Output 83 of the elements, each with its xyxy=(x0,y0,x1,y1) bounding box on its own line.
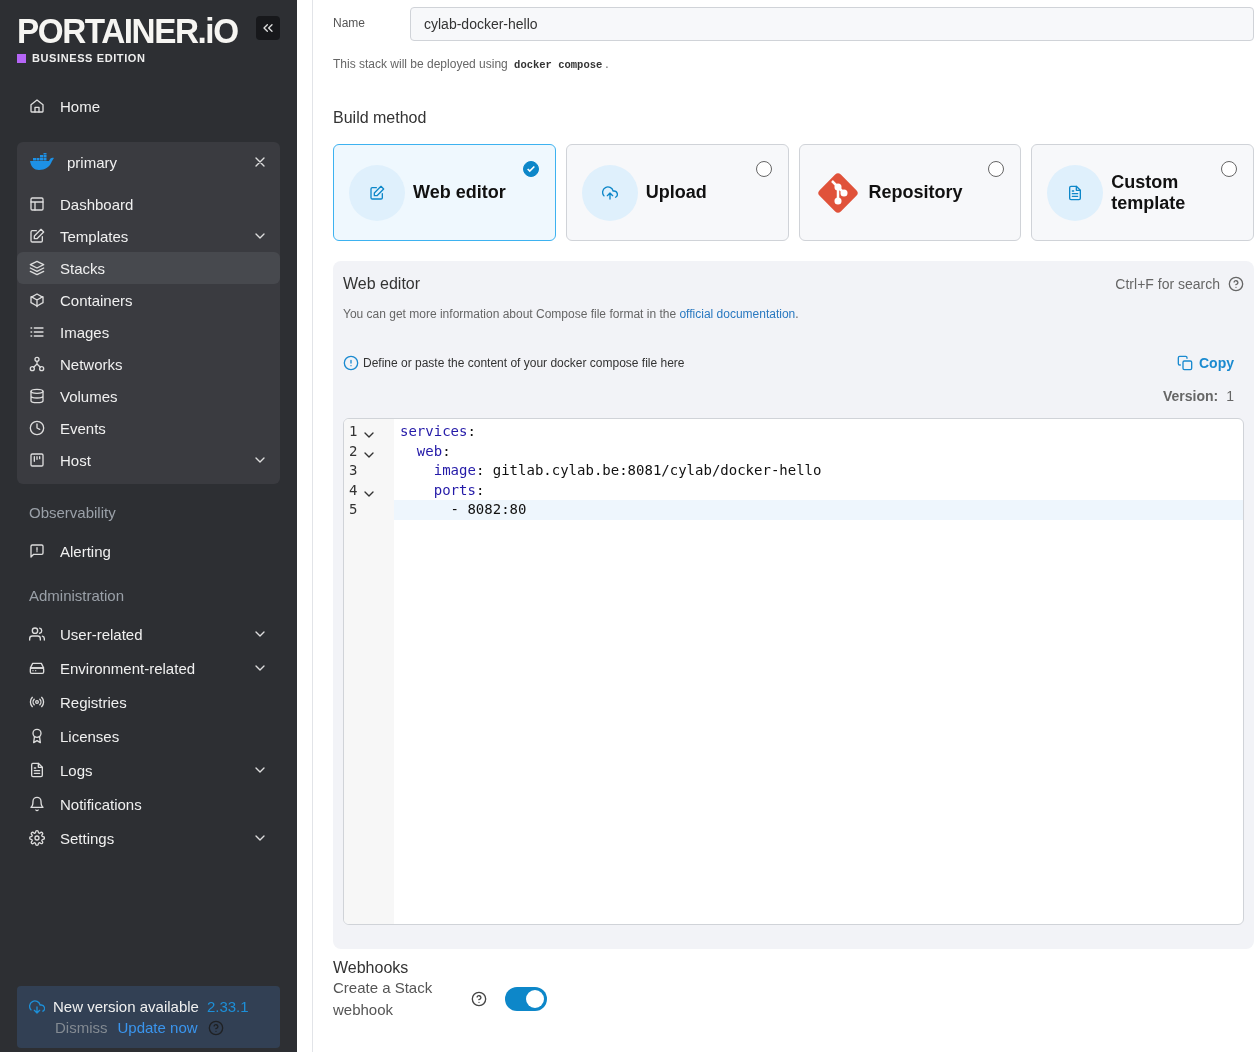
line-number: 1 xyxy=(349,422,358,441)
file-icon xyxy=(29,762,45,778)
collapse-button[interactable] xyxy=(256,16,280,40)
nav-item[interactable]: User-related xyxy=(17,618,280,650)
drive-icon xyxy=(29,660,45,676)
settings-icon xyxy=(29,830,45,846)
field-label: Name xyxy=(333,15,366,30)
cube-icon xyxy=(29,292,45,308)
nav-item[interactable]: Containers xyxy=(17,284,280,316)
nav-item[interactable]: Alerting xyxy=(17,535,280,567)
update-message: New version available xyxy=(53,998,199,1015)
bell-icon xyxy=(29,796,45,812)
info-icon xyxy=(343,355,359,371)
nav-item[interactable]: Images xyxy=(17,316,280,348)
nav-item[interactable]: Settings xyxy=(17,822,280,854)
line-number: 4 xyxy=(349,480,358,500)
code-line: ports: xyxy=(432,480,486,500)
version-number: 2.33.1 xyxy=(206,998,249,1015)
nav-item[interactable]: Networks xyxy=(17,348,280,380)
info-text: Define or paste the content of your docker compose file here xyxy=(363,356,685,370)
code-line: image: gitlab.cylab.be:8081/cylab/docker-hello xyxy=(432,461,823,481)
nav-item[interactable]: Dashboard xyxy=(17,188,280,220)
build-method-option[interactable]: Web editor xyxy=(333,144,556,241)
broadcast-icon xyxy=(29,694,45,710)
webhook-toggle[interactable] xyxy=(505,987,547,1011)
edition-mark xyxy=(17,53,26,63)
nav-item[interactable]: Templates xyxy=(17,220,280,252)
build-method-option[interactable]: Repository xyxy=(798,144,1022,241)
section-title: Observability xyxy=(28,503,117,523)
section-title: Administration xyxy=(28,586,126,606)
award-icon xyxy=(29,728,45,744)
check-icon xyxy=(522,161,539,177)
code-line: web: xyxy=(415,441,452,461)
search-hint: Ctrl+F for search xyxy=(1115,276,1220,292)
nav-item[interactable]: Home xyxy=(17,90,280,122)
nav-item[interactable]: Logs xyxy=(17,754,280,786)
house-icon xyxy=(29,98,45,114)
version-value: 1 xyxy=(1226,388,1234,404)
radio-icon xyxy=(755,161,772,177)
clock-icon xyxy=(29,420,45,436)
copy-icon xyxy=(1177,355,1193,371)
nav-item[interactable]: Registries xyxy=(17,686,280,718)
help-icon xyxy=(471,991,487,1007)
help-icon xyxy=(1228,276,1244,292)
whale-icon xyxy=(29,153,55,171)
help-icon xyxy=(207,1019,224,1036)
logo: PORTAINER.iO xyxy=(17,12,238,50)
line-number: 5 xyxy=(349,500,358,520)
section-title: Build method xyxy=(333,109,428,127)
list-icon xyxy=(29,324,45,340)
pencil-icon xyxy=(29,228,45,244)
description: You can get more information about Compose file format in the official documentation. xyxy=(343,307,800,321)
layers-icon xyxy=(29,260,45,276)
line-number: 3 xyxy=(349,461,358,481)
panel-title: Web editor xyxy=(343,275,421,293)
radio-icon xyxy=(988,161,1005,177)
nav-item[interactable]: Host xyxy=(17,444,280,476)
edition-label: BUSINESS EDITION xyxy=(32,52,146,64)
layout-icon xyxy=(29,196,45,212)
board-icon xyxy=(29,452,45,468)
nav-item[interactable]: Events xyxy=(17,412,280,444)
nav-item[interactable]: Environment-related xyxy=(17,652,280,684)
code-editor[interactable]: 1 2 3 4 5 services: web: image: gitlab.cylab.be:8081/cylab/docker-hello ports: - 8082:80 xyxy=(343,418,1244,925)
build-method-option[interactable]: Custom template xyxy=(1031,144,1254,241)
nav-item[interactable]: Stacks xyxy=(17,252,280,284)
users-icon xyxy=(29,626,45,642)
build-method-option[interactable]: Upload xyxy=(565,144,789,241)
message-icon xyxy=(29,543,45,559)
code-line: services: xyxy=(399,422,477,441)
name-field[interactable]: cylab-docker-hello xyxy=(410,7,1254,41)
version-label: Version: xyxy=(1162,388,1219,404)
environment-name: primary xyxy=(67,153,118,171)
nav-item[interactable]: Notifications xyxy=(17,788,280,820)
cloud-download-icon xyxy=(29,998,45,1015)
nav-item[interactable]: Licenses xyxy=(17,720,280,752)
deploy-hint: This stack will be deployed using docker compose . xyxy=(333,57,610,71)
section-title: Webhooks xyxy=(333,959,410,977)
network-icon xyxy=(29,356,45,372)
radio-icon xyxy=(1221,161,1237,177)
database-icon xyxy=(29,388,45,404)
line-number: 2 xyxy=(349,441,358,461)
toggle-label: Create a Stack webhook xyxy=(333,978,434,1020)
nav-item[interactable]: Volumes xyxy=(17,380,280,412)
